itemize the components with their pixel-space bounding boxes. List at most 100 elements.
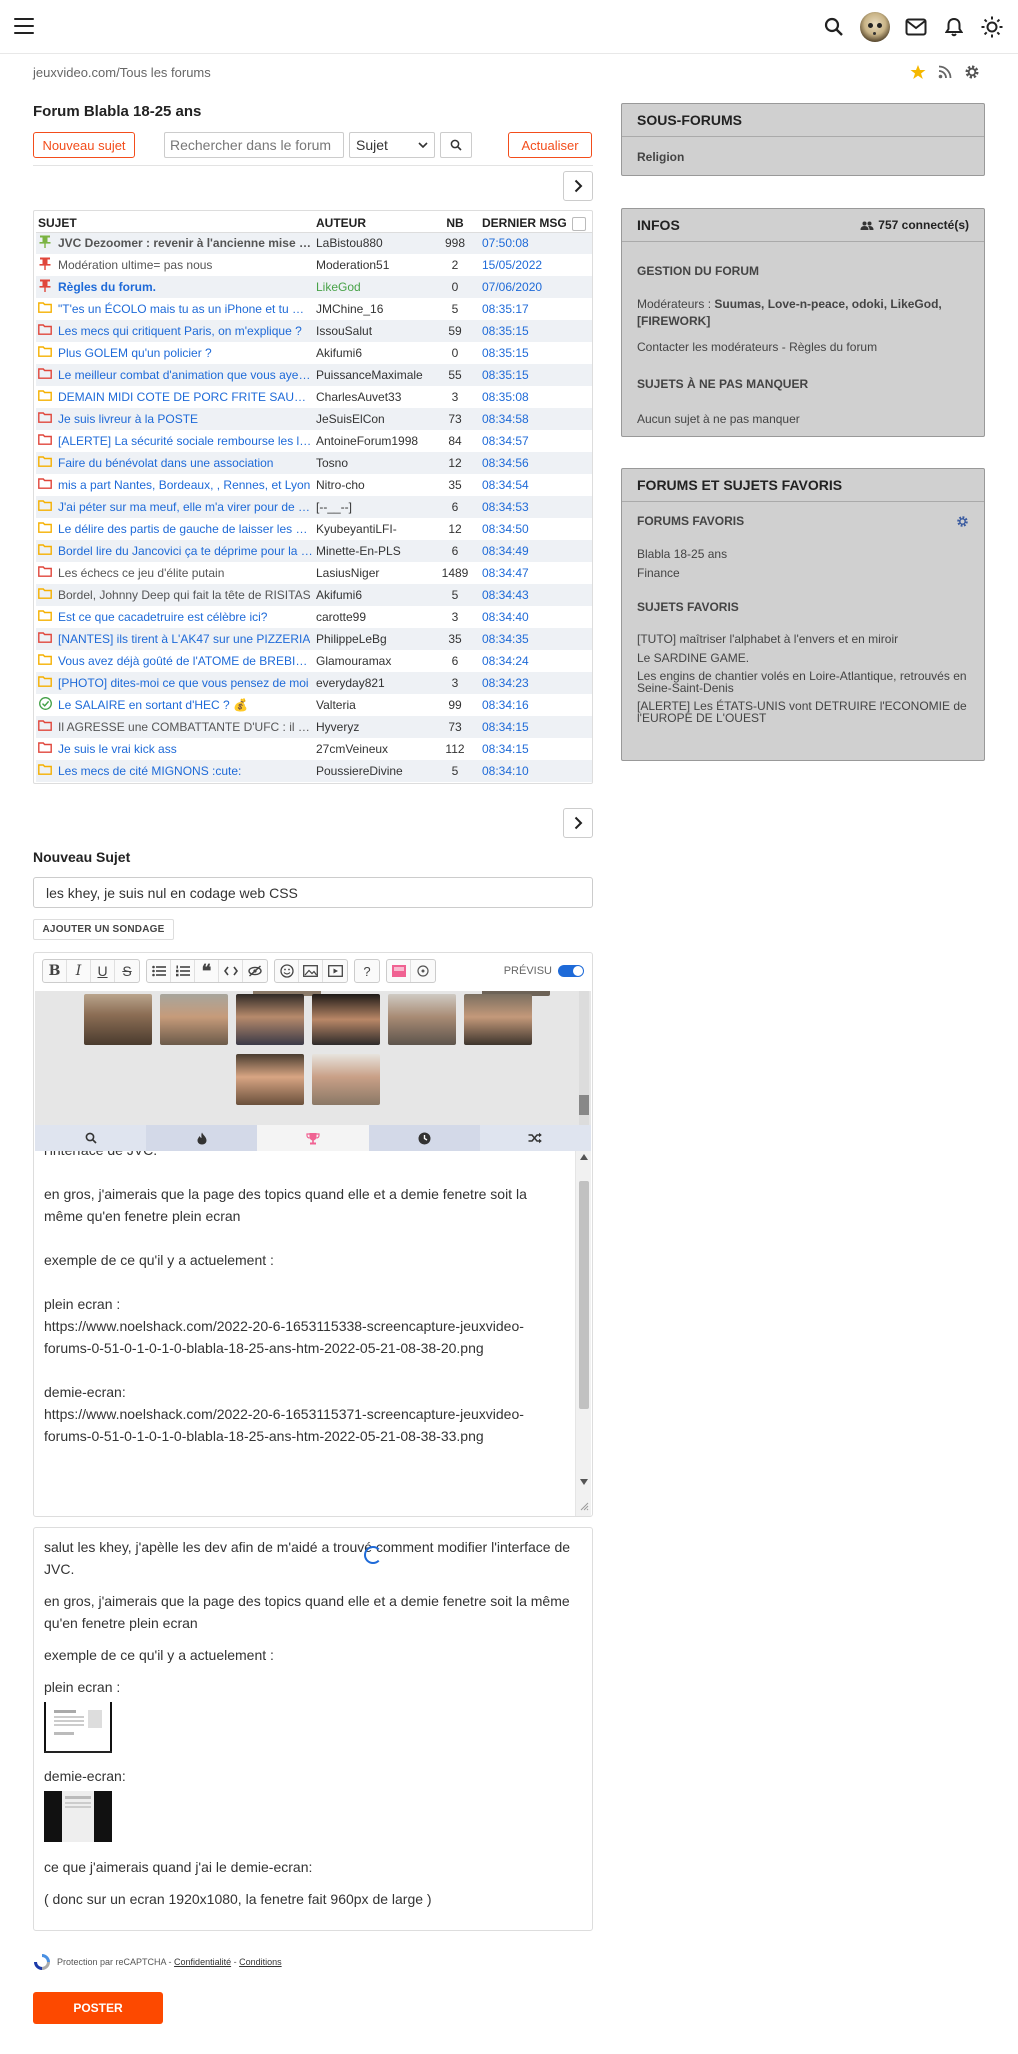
topic-link[interactable]: Je suis le vrai kick ass — [58, 742, 177, 756]
topic-last-message[interactable]: 08:34:50 — [476, 518, 572, 540]
topic-last-message[interactable]: 08:35:17 — [476, 298, 572, 320]
tab-search[interactable] — [35, 1125, 146, 1151]
topic-link[interactable]: Bordel, Johnny Deep qui fait la tête de … — [58, 588, 311, 602]
topic-link[interactable]: Je suis livreur à la POSTE — [58, 412, 198, 426]
table-row[interactable]: Plus GOLEM qu'un policier ? Akifumi6 0 08:3… — [36, 342, 592, 364]
table-row[interactable]: "T'es un ÉCOLO mais tu as un iPhone et t… — [36, 298, 592, 320]
search-icon[interactable] — [822, 15, 846, 39]
favorite-topic-item[interactable]: [ALERTE] Les ÉTATS-UNIS vont DETRUIRE l'… — [622, 700, 984, 724]
topic-author[interactable]: 27cmVeineux — [316, 738, 434, 760]
table-row[interactable]: Je suis le vrai kick ass 27cmVeineux 112 08… — [36, 738, 592, 760]
topic-author[interactable]: carotte99 — [316, 606, 434, 628]
add-poll-button[interactable]: AJOUTER UN SONDAGE — [33, 919, 174, 940]
bold-button[interactable]: B — [43, 960, 67, 982]
image-icon[interactable] — [299, 960, 323, 982]
table-row[interactable]: Le meilleur combat d'animation que vous … — [36, 364, 592, 386]
topic-link[interactable]: [NANTES] ils tirent à L'AK47 sur une PIZ… — [58, 632, 310, 646]
topic-last-message[interactable]: 08:34:15 — [476, 738, 572, 760]
forum-search-input[interactable]: Rechercher dans le forum — [164, 132, 344, 158]
preview-switch[interactable] — [558, 965, 584, 977]
topic-link[interactable]: Les échecs ce jeu d'élite putain — [58, 566, 224, 580]
topic-last-message[interactable]: 08:35:15 — [476, 320, 572, 342]
mail-icon[interactable] — [904, 15, 928, 39]
topic-author[interactable]: IssouSalut — [316, 320, 434, 342]
record-icon[interactable] — [411, 960, 435, 982]
topic-author[interactable]: Nitro-cho — [316, 474, 434, 496]
search-button[interactable] — [440, 132, 472, 158]
favorite-topic-item[interactable]: Le SARDINE GAME. — [622, 651, 984, 665]
topic-link[interactable]: DEMAIN MIDI COTE DE PORC FRITE SAUCE POI… — [58, 390, 313, 404]
topic-last-message[interactable]: 08:34:43 — [476, 584, 572, 606]
sticker-scrollbar[interactable] — [579, 991, 589, 1125]
topic-last-message[interactable]: 08:34:47 — [476, 562, 572, 584]
theme-sun-icon[interactable] — [980, 15, 1004, 39]
sticker-icon[interactable] — [387, 960, 411, 982]
table-row[interactable]: J'ai péter sur ma meuf, elle m'a virer p… — [36, 496, 592, 518]
topic-last-message[interactable]: 08:34:40 — [476, 606, 572, 628]
topic-last-message[interactable]: 08:34:24 — [476, 650, 572, 672]
contact-moderators-link[interactable]: Contacter les modérateurs - Règles du fo… — [622, 340, 984, 354]
topic-author[interactable]: Tosno — [316, 452, 434, 474]
topic-last-message[interactable]: 08:35:08 — [476, 386, 572, 408]
topic-author[interactable]: [--__--] — [316, 496, 434, 518]
new-topic-button[interactable]: Nouveau sujet — [33, 132, 135, 158]
topic-author[interactable]: LaBistou880 — [316, 232, 434, 254]
topic-link[interactable]: Règles du forum. — [58, 280, 156, 294]
topic-last-message[interactable]: 08:34:57 — [476, 430, 572, 452]
table-row[interactable]: Bordel, Johnny Deep qui fait la tête de … — [36, 584, 592, 606]
topic-last-message[interactable]: 08:35:15 — [476, 342, 572, 364]
topic-author[interactable]: LikeGod — [316, 276, 434, 298]
topic-last-message[interactable]: 08:34:56 — [476, 452, 572, 474]
quote-icon[interactable]: ❝ — [195, 960, 219, 982]
favorite-star-icon[interactable] — [910, 64, 926, 83]
topic-author[interactable]: PoussiereDivine — [316, 760, 434, 782]
topic-author[interactable]: JeSuisElCon — [316, 408, 434, 430]
sticker-item[interactable] — [464, 994, 532, 1045]
table-row[interactable]: Règles du forum. LikeGod 0 07/06/2020 — [36, 276, 592, 298]
topic-author[interactable]: LasiusNiger — [316, 562, 434, 584]
terms-link[interactable]: Conditions — [239, 1957, 282, 1967]
topic-author[interactable]: Akifumi6 — [316, 584, 434, 606]
post-button[interactable]: POSTER — [33, 1992, 163, 2024]
topic-author[interactable]: KyubeyantiLFI- — [316, 518, 434, 540]
topic-link[interactable]: Les mecs qui critiquent Paris, on m'expl… — [58, 324, 302, 338]
topic-link[interactable]: Modération ultime= pas nous — [58, 258, 212, 272]
subforum-link[interactable]: Religion — [622, 150, 984, 164]
bell-icon[interactable] — [942, 15, 966, 39]
topic-link[interactable]: Les mecs de cité MIGNONS :cute: — [58, 764, 241, 778]
topic-author[interactable]: Valteria — [316, 694, 434, 716]
smiley-icon[interactable] — [275, 960, 299, 982]
topic-author[interactable]: Akifumi6 — [316, 342, 434, 364]
spoiler-icon[interactable] — [243, 960, 267, 982]
preview-image-halfscreen[interactable] — [44, 1791, 112, 1842]
table-row[interactable]: Vous avez déjà goûté de l'ATOME de BREBI… — [36, 650, 592, 672]
table-row[interactable]: Les mecs de cité MIGNONS :cute: Poussiere… — [36, 760, 592, 782]
topic-last-message[interactable]: 08:34:53 — [476, 496, 572, 518]
sticker-item[interactable] — [312, 994, 380, 1045]
topic-author[interactable]: Glamouramax — [316, 650, 434, 672]
topic-link[interactable]: [PHOTO] dites-moi ce que vous pensez de … — [58, 676, 309, 690]
video-icon[interactable] — [323, 960, 347, 982]
tab-recent[interactable] — [368, 1125, 480, 1151]
settings-gear-icon[interactable] — [964, 64, 980, 83]
topic-link[interactable]: Le SALAIRE en sortant d'HEC ? 💰 — [58, 698, 248, 712]
table-row[interactable]: [NANTES] ils tirent à L'AK47 sur une PIZ… — [36, 628, 592, 650]
topic-author[interactable]: CharlesAuvet33 — [316, 386, 434, 408]
sticker-item[interactable] — [84, 994, 152, 1045]
table-row[interactable]: Modération ultime= pas nous Moderation51 2… — [36, 254, 592, 276]
table-row[interactable]: Les échecs ce jeu d'élite putain LasiusNi… — [36, 562, 592, 584]
breadcrumb-site[interactable]: jeuxvideo.com — [33, 65, 116, 80]
topic-last-message[interactable]: 08:34:35 — [476, 628, 572, 650]
topic-link[interactable]: J'ai péter sur ma meuf, elle m'a virer p… — [58, 500, 313, 514]
topic-last-message[interactable]: 08:34:15 — [476, 716, 572, 738]
topic-author[interactable]: Moderation51 — [316, 254, 434, 276]
topic-author[interactable]: everyday821 — [316, 672, 434, 694]
table-row[interactable]: Le SALAIRE en sortant d'HEC ? 💰 Valteria 9… — [36, 694, 592, 716]
table-row[interactable]: Bordel lire du Jancovici ça te déprime p… — [36, 540, 592, 562]
topic-author[interactable]: Hyveryz — [316, 716, 434, 738]
topic-last-message[interactable]: 08:34:54 — [476, 474, 572, 496]
table-row[interactable]: [PHOTO] dites-moi ce que vous pensez de … — [36, 672, 592, 694]
topic-author[interactable]: AntoineForum1998 — [316, 430, 434, 452]
tab-top[interactable] — [257, 1125, 369, 1151]
topic-last-message[interactable]: 07/06/2020 — [476, 276, 572, 298]
